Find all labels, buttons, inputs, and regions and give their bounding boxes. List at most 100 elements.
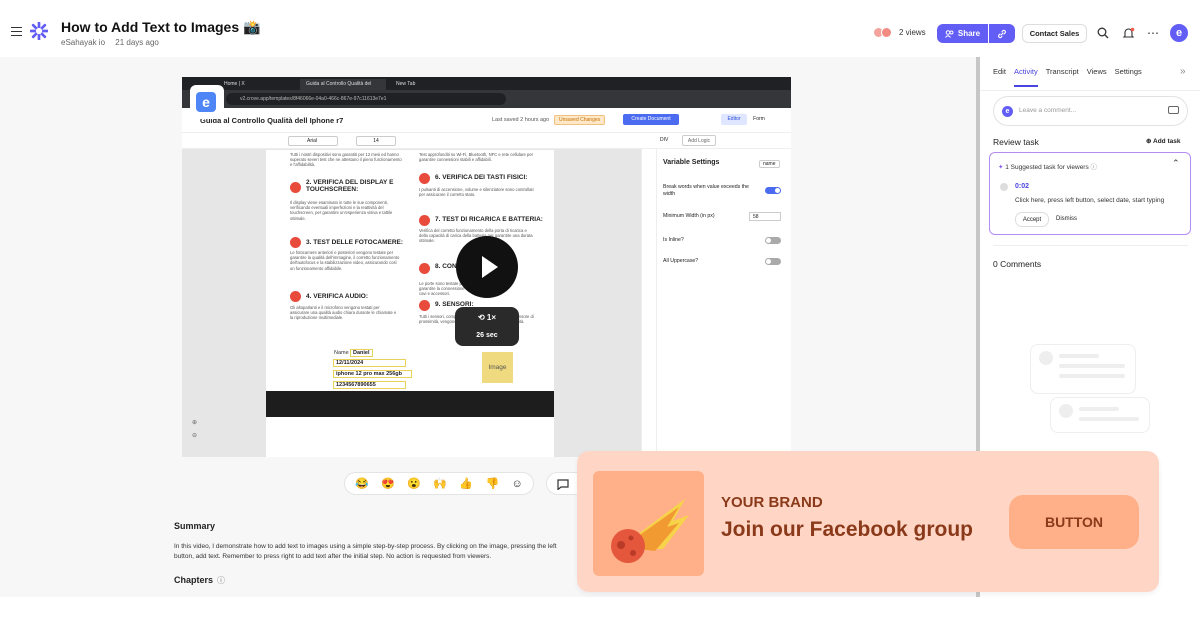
play-button[interactable] [456,236,518,298]
reaction-thumbs-down[interactable]: 👎 [485,477,499,490]
bell-icon[interactable] [1121,26,1135,40]
section-number-icon [290,182,301,193]
comments-count: 0 Comments [993,259,1042,269]
variable-settings-panel: Variable Settings name Break words when … [656,149,791,457]
add-task-button[interactable]: ⊕ Add task [1146,137,1180,145]
page-text: Tutti i nostri dispositivi sono garantit… [290,152,402,168]
video-duration: 26 sec [476,332,498,339]
task-description: Click here, press left button, select da… [1015,197,1165,204]
page-text: Test approfonditi su Wi-Fi, Bluetooth, N… [419,152,534,163]
more-options-icon[interactable]: ⋯ [1146,26,1160,40]
last-saved: Last saved 2 hours ago [492,117,550,123]
section-number-icon [419,300,430,311]
loom-logo-icon[interactable] [30,22,48,40]
min-width-input: 58 [749,212,781,221]
brand-name: YOUR BRAND [721,494,823,511]
serial-field: 1234567890655 [333,381,406,389]
tab-views[interactable]: Views [1087,67,1107,87]
camera-icon[interactable] [1168,106,1179,114]
chevron-up-icon[interactable]: ⌃ [1172,158,1180,169]
document-page: Tutti i nostri dispositivi sono garantit… [266,150,554,457]
logo-letter: e [196,92,216,112]
model-field: iphone 12 pro max 256gb [333,370,412,378]
form-tab: Form [753,116,765,122]
meteor-icon [611,499,689,563]
add-reaction-icon[interactable]: ☺ [512,478,523,490]
copy-link-button[interactable] [989,24,1015,43]
meteor-illustration [593,471,704,576]
reaction-heart-eyes[interactable]: 😍 [381,477,395,490]
div-label: DIV [660,137,669,143]
views-count: 2 views [899,28,926,37]
commenter-avatar: e [1002,106,1013,117]
promo-banner[interactable]: YOUR BRAND Join our Facebook group BUTTO… [577,451,1159,592]
tab-divider [980,90,1200,91]
menu-icon[interactable] [11,27,22,36]
author-name[interactable]: eSahayak io [61,38,105,47]
tab-transcript[interactable]: Transcript [1046,67,1079,87]
section-title: 7. TEST DI RICARICA E BATTERIA: [435,216,543,223]
section-title: 3. TEST DELLE FOTOCAMERE: [306,239,404,246]
collapse-sidebar-icon[interactable]: » [1180,66,1186,77]
min-width-label: Minimum Width (in px) [663,213,715,219]
date-field: 12/11/2024 [333,359,406,367]
font-select: Arial [288,136,338,146]
section-number-icon [419,263,430,274]
upload-date: 21 days ago [115,38,159,47]
promo-headline: Join our Facebook group [721,518,974,541]
section-title: 2. VERIFICA DEL DISPLAY E TOUCHSCREEN: [306,179,394,193]
task-timestamp[interactable]: 0:02 [1015,183,1029,190]
playback-speed-button[interactable]: ⟲ 1× 26 sec [455,307,519,346]
video-meta: eSahayak io 21 days ago [61,38,167,47]
name-field: Daniel [350,349,373,357]
inline-toggle [765,237,781,244]
tab-activity[interactable]: Activity [1013,67,1038,87]
image-placeholder: Image [482,352,513,383]
contact-sales-button[interactable]: Contact Sales [1022,24,1087,43]
section-number-icon [290,237,301,248]
video-title[interactable]: How to Add Text to Images 📸 [61,19,260,36]
create-document-button: Create Document [623,114,679,125]
section-number-icon [290,291,301,302]
font-size-field: 14 [356,136,396,146]
suggested-task-card: ✦ 1 Suggested task for viewers ⓘ ⌃ 0:02 … [989,152,1191,235]
reaction-thumbs-up[interactable]: 👍 [459,477,473,490]
comment-input[interactable]: e Leave a comment... [993,96,1188,126]
tab-settings[interactable]: Settings [1115,67,1142,87]
search-icon[interactable] [1096,26,1110,40]
section-title: 8. CON [435,263,457,270]
break-words-label: Break words when value exceeds the width [663,184,749,197]
promo-cta-button[interactable]: BUTTON [1009,495,1139,549]
accept-button[interactable]: Accept [1015,212,1049,227]
info-icon[interactable]: ⓘ [217,576,225,585]
reaction-wow[interactable]: 😮 [407,477,421,490]
panel-icon-strip [641,149,656,457]
browser-tab: New Tab [396,81,416,87]
suggested-task-label: ✦ 1 Suggested task for viewers ⓘ [998,164,1098,171]
user-avatar[interactable]: e [1170,24,1188,42]
comment-button[interactable] [546,472,580,495]
inline-label: Is Inline? [663,237,684,243]
task-checkbox[interactable] [1000,183,1008,191]
viewer-avatar [881,27,892,38]
empty-state-illustration [1050,397,1150,433]
comment-placeholder: Leave a comment... [1019,107,1077,114]
sidebar-tabs: Edit Activity Transcript Views Settings [993,67,1142,87]
summary-text: In this video, I demonstrate how to add … [174,543,557,560]
share-button[interactable]: Share [937,24,988,43]
tab-edit[interactable]: Edit [993,67,1006,87]
reaction-celebrate[interactable]: 🙌 [433,477,447,490]
chapters-heading: Chapters ⓘ [174,575,226,585]
viewers-indicator[interactable]: 2 views [873,27,926,38]
browser-tab: Guida al Controllo Qualità del [300,79,386,90]
sparkle-icon: ✦ [998,164,1004,171]
zoom-icons: ⊕ ⊖ [192,420,198,439]
section-title: 6. VERIFICA DEI TASTI FISICI: [435,174,528,181]
creator-logo: e [190,85,224,119]
add-logic-button: Add Logic [682,135,716,146]
document-header: Guida al Controllo Qualità dell Iphone r… [182,108,791,133]
editor-tab: Editor [721,114,747,125]
reaction-laugh[interactable]: 😂 [355,477,369,490]
dismiss-button[interactable]: Dismiss [1056,212,1077,227]
editor-toolbar: Arial 14 DIV Add Logic [182,133,791,149]
